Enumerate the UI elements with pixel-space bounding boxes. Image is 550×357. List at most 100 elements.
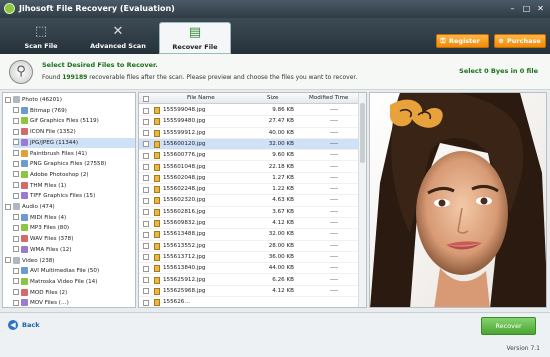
- tree-checkbox[interactable]: [13, 267, 19, 274]
- file-list[interactable]: File Name Size Modified Time 155599048.j…: [138, 92, 367, 308]
- tree-item[interactable]: Bitmap (769): [13, 106, 135, 117]
- tree-item[interactable]: Gif Graphics Files (5119): [13, 116, 135, 127]
- tree-checkbox[interactable]: [13, 214, 19, 221]
- table-row[interactable]: 155609832.jpg 4.12 KB ----: [139, 218, 366, 230]
- row-checkbox[interactable]: [143, 141, 149, 148]
- tree-checkbox[interactable]: [13, 246, 19, 253]
- purchase-button[interactable]: ⊕ Purchase: [494, 34, 546, 48]
- row-checkbox[interactable]: [143, 130, 149, 137]
- file-name-cell: 155601048.jpg: [163, 163, 206, 170]
- file-list-scrollbar[interactable]: [358, 93, 366, 307]
- tree-category[interactable]: Photo (46201): [5, 95, 135, 106]
- tree-checkbox[interactable]: [13, 192, 19, 199]
- tree-item[interactable]: AVI Multimedias File (50): [13, 266, 135, 277]
- column-file-name[interactable]: File Name: [187, 93, 215, 104]
- table-row[interactable]: 155599048.jpg 9.86 KB ----: [139, 105, 366, 117]
- close-icon[interactable]: ✕: [535, 3, 546, 14]
- row-checkbox[interactable]: [143, 175, 149, 182]
- tree-item[interactable]: MOD Files (2): [13, 288, 135, 299]
- tree-item[interactable]: TIFF Graphics Files (15): [13, 191, 135, 202]
- table-row[interactable]: 155613488.jpg 32.00 KB ----: [139, 229, 366, 241]
- row-checkbox[interactable]: [143, 186, 149, 193]
- tree-checkbox[interactable]: [13, 160, 19, 167]
- table-row[interactable]: 155613552.jpg 28.00 KB ----: [139, 241, 366, 252]
- table-row[interactable]: 155602248.jpg 1.22 KB ----: [139, 184, 366, 196]
- maximize-icon[interactable]: □: [521, 3, 532, 14]
- tree-item-label: Adobe Photoshop (2): [30, 171, 89, 178]
- tree-checkbox[interactable]: [13, 117, 19, 124]
- tree-checkbox[interactable]: [13, 171, 19, 178]
- tree-checkbox[interactable]: [13, 289, 19, 296]
- row-checkbox[interactable]: [143, 220, 149, 227]
- row-checkbox[interactable]: [143, 152, 149, 159]
- tab-recover-file[interactable]: ▤ Recover File: [159, 22, 231, 54]
- tree-checkbox[interactable]: [13, 182, 19, 189]
- file-type-tree[interactable]: Photo (46201) Bitmap (769) Gif Graphics Fi…: [2, 92, 136, 308]
- tree-checkbox[interactable]: [13, 224, 19, 231]
- tab-advanced-scan[interactable]: ✕ Advanced Scan: [82, 22, 154, 54]
- table-row[interactable]: 155602816.jpg 3.67 KB ----: [139, 207, 366, 218]
- tree-item[interactable]: MOV Files (…): [13, 298, 135, 307]
- file-name-cell: 155602048.jpg: [163, 174, 206, 181]
- tree-item[interactable]: JPG/JPEG (11344): [13, 137, 135, 149]
- tree-item[interactable]: PNG Graphics Files (27558): [13, 159, 135, 170]
- row-checkbox[interactable]: [143, 107, 149, 114]
- tree-item[interactable]: Adobe Photoshop (2): [13, 170, 135, 181]
- tree-checkbox[interactable]: [13, 235, 19, 242]
- tree-item[interactable]: Matroska Video File (14): [13, 277, 135, 288]
- row-checkbox[interactable]: [143, 164, 149, 171]
- tree-checkbox[interactable]: [13, 139, 19, 146]
- tree-item[interactable]: THM Files (1): [13, 181, 135, 192]
- tree-checkbox[interactable]: [13, 150, 19, 156]
- image-file-icon: [154, 265, 160, 273]
- scrollbar-thumb[interactable]: [360, 103, 365, 163]
- select-all-checkbox[interactable]: [143, 95, 149, 102]
- minimize-icon[interactable]: –: [507, 3, 518, 14]
- table-row[interactable]: 155613712.jpg 36.00 KB ----: [139, 252, 366, 264]
- image-file-icon: [154, 163, 160, 171]
- row-checkbox[interactable]: [143, 118, 149, 125]
- table-row[interactable]: 155602320.jpg 4.63 KB ----: [139, 195, 366, 207]
- table-row[interactable]: 155602048.jpg 1.27 KB ----: [139, 173, 366, 185]
- tree-item[interactable]: MIDI Files (4): [13, 213, 135, 224]
- row-checkbox[interactable]: [143, 265, 149, 272]
- table-row[interactable]: 155599480.jpg 27.47 KB ----: [139, 116, 366, 128]
- table-row[interactable]: 155600120.jpg 32.00 KB ----: [139, 138, 366, 151]
- tree-item[interactable]: WMA Files (12): [13, 245, 135, 256]
- back-button[interactable]: ◀ Back: [8, 320, 40, 330]
- table-row[interactable]: 155601048.jpg 22.18 KB ----: [139, 162, 366, 173]
- tree-checkbox[interactable]: [13, 299, 19, 306]
- tree-item[interactable]: ICON File (1352): [13, 127, 135, 138]
- register-button[interactable]: ⚿ Register: [436, 34, 489, 48]
- row-checkbox[interactable]: [143, 254, 149, 261]
- row-checkbox[interactable]: [143, 209, 149, 216]
- table-row[interactable]: 155600776.jpg 9.60 KB ----: [139, 150, 366, 162]
- row-checkbox[interactable]: [143, 197, 149, 204]
- table-row[interactable]: 155599912.jpg 40.00 KB ----: [139, 128, 366, 139]
- table-row[interactable]: 155625968.jpg 4.12 KB ----: [139, 286, 366, 298]
- recover-button[interactable]: Recover: [481, 317, 536, 335]
- tree-category[interactable]: Video (238): [5, 256, 135, 267]
- tab-scan-file[interactable]: ⬚ Scan File: [6, 22, 76, 54]
- row-checkbox[interactable]: [143, 299, 149, 306]
- tree-checkbox[interactable]: [5, 257, 11, 263]
- table-row[interactable]: 155626…: [139, 297, 366, 307]
- tree-checkbox[interactable]: [13, 128, 19, 135]
- tree-checkbox[interactable]: [5, 203, 11, 210]
- row-checkbox[interactable]: [143, 231, 149, 238]
- tree-checkbox[interactable]: [5, 96, 11, 103]
- tree-item[interactable]: MP3 Files (80): [13, 223, 135, 234]
- column-modified-time[interactable]: Modified Time: [309, 93, 348, 104]
- table-row[interactable]: 155613840.jpg 44.00 KB ----: [139, 263, 366, 275]
- row-checkbox[interactable]: [143, 288, 149, 295]
- column-size[interactable]: Size: [267, 93, 278, 104]
- tree-item[interactable]: Paintbrush Files (41): [13, 149, 135, 160]
- tree-item-label: MOV Files (…): [30, 300, 69, 307]
- row-checkbox[interactable]: [143, 243, 149, 250]
- tree-item[interactable]: WAV Files (378): [13, 234, 135, 245]
- tree-category[interactable]: Audio (474): [5, 202, 135, 213]
- tree-checkbox[interactable]: [13, 107, 19, 114]
- row-checkbox[interactable]: [143, 277, 149, 284]
- table-row[interactable]: 155625912.jpg 6.26 KB ----: [139, 275, 366, 286]
- tree-checkbox[interactable]: [13, 278, 19, 285]
